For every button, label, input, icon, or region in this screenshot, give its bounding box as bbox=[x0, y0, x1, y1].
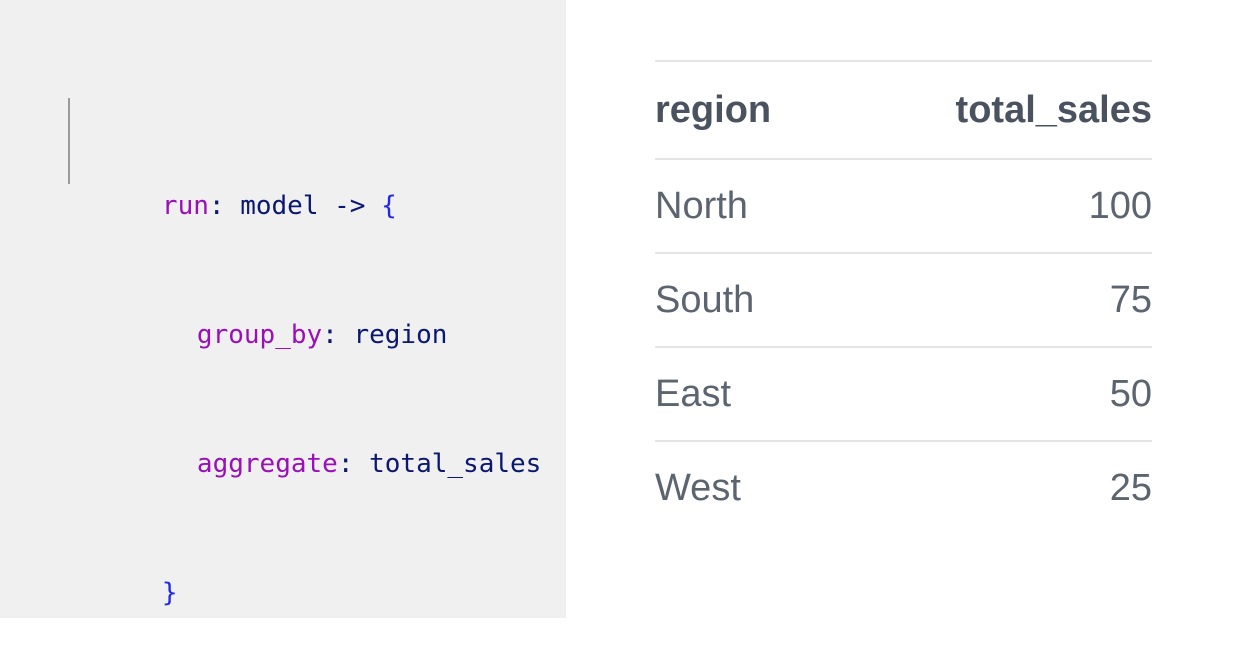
total-sales-cell: 100 bbox=[839, 158, 1152, 253]
total-sales-cell: 25 bbox=[839, 440, 1152, 534]
code-line: run: model -> { bbox=[68, 142, 541, 221]
code-token: -> bbox=[318, 191, 382, 221]
results-table: region total_sales North 100 South 75 Ea… bbox=[655, 60, 1152, 534]
table-row: West 25 bbox=[655, 440, 1152, 534]
table-row: South 75 bbox=[655, 252, 1152, 347]
column-header-total-sales[interactable]: total_sales bbox=[839, 60, 1152, 159]
code-token: : bbox=[208, 191, 241, 221]
code-token: group_by bbox=[196, 320, 323, 350]
total-sales-cell: 75 bbox=[839, 252, 1152, 347]
code-line: aggregate: total_sales bbox=[68, 400, 541, 479]
code-line: } bbox=[68, 529, 541, 608]
table-header-row: region total_sales bbox=[655, 60, 1152, 159]
table-row: East 50 bbox=[655, 346, 1152, 441]
code-token: total_sales bbox=[369, 449, 542, 479]
region-cell: North bbox=[655, 158, 840, 253]
code-token: run bbox=[161, 191, 209, 221]
results-panel: region total_sales North 100 South 75 Ea… bbox=[655, 60, 1152, 534]
table-row: North 100 bbox=[655, 158, 1152, 253]
code-token: model bbox=[240, 191, 319, 221]
total-sales-cell: 50 bbox=[839, 346, 1152, 441]
code-token: { bbox=[381, 191, 397, 221]
code-token: : bbox=[337, 449, 370, 479]
code-token: : bbox=[322, 320, 354, 350]
region-cell: South bbox=[655, 252, 840, 347]
code-token: } bbox=[161, 578, 178, 608]
query-code[interactable]: run: model -> { group_by: region aggrega… bbox=[68, 56, 541, 658]
region-cell: East bbox=[655, 346, 840, 441]
region-cell: West bbox=[655, 440, 840, 534]
code-panel: run: model -> { group_by: region aggrega… bbox=[0, 0, 566, 618]
column-header-region[interactable]: region bbox=[655, 60, 840, 159]
code-token: aggregate bbox=[196, 449, 338, 479]
code-line: group_by: region bbox=[68, 271, 541, 350]
code-token: region bbox=[353, 320, 448, 350]
